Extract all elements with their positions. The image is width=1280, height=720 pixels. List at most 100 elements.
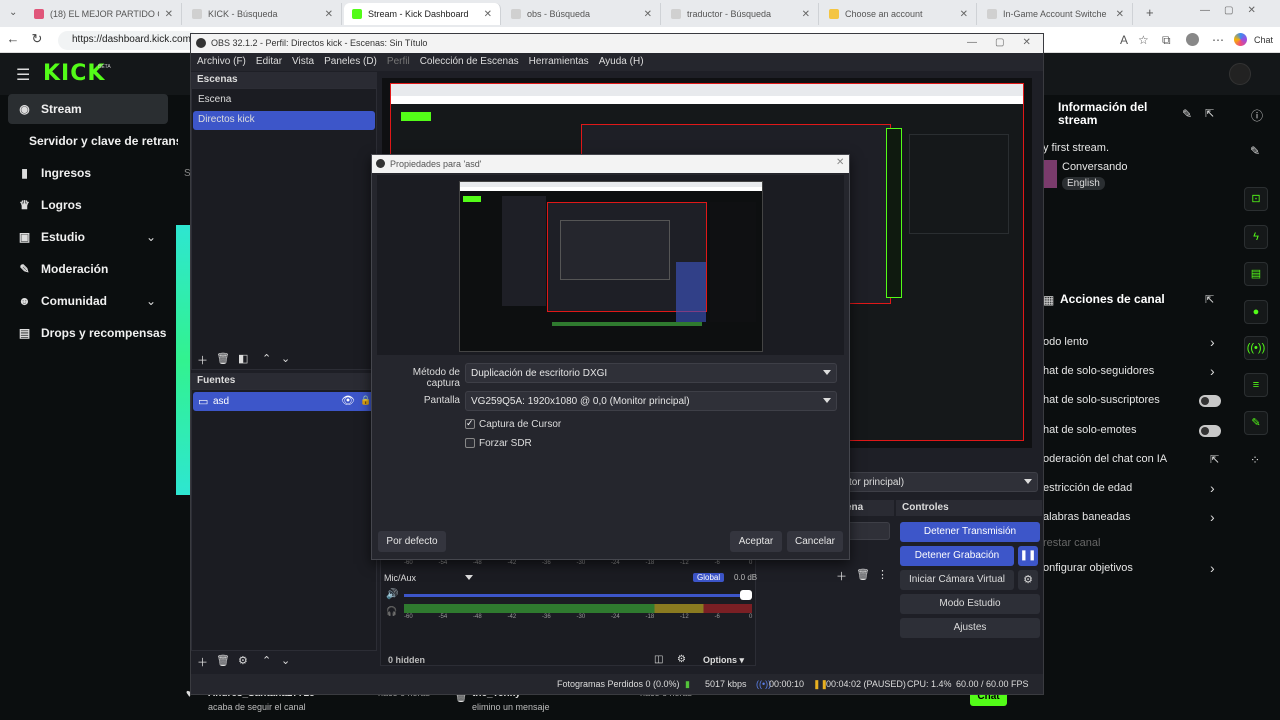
visibility-eye-icon[interactable]: 👁 [341, 394, 355, 407]
up-arrow-icon[interactable]: ⌃ [262, 352, 271, 365]
read-aloud-icon[interactable]: A [1120, 33, 1128, 47]
gear-icon[interactable]: ⚙ [1018, 570, 1038, 590]
tab-list-chevron-icon[interactable]: ⌄ [9, 7, 17, 18]
browser-tab[interactable]: KICK - Búsqueda ✕ [184, 3, 342, 25]
tab-close-icon[interactable]: ✕ [484, 9, 492, 20]
tab-close-icon[interactable]: ✕ [960, 9, 968, 20]
gear-icon[interactable]: ⚙ [238, 654, 248, 667]
more-dots-icon[interactable]: ⋮ [877, 568, 888, 581]
wrench-icon[interactable]: ✎ [1244, 411, 1268, 435]
accept-button[interactable]: Aceptar [730, 531, 782, 552]
scene-item[interactable]: Directos kick [193, 111, 375, 130]
defaults-button[interactable]: Por defecto [378, 531, 446, 552]
reload-icon[interactable]: ↻ [28, 31, 46, 49]
layout-icon[interactable]: ◫ [654, 654, 663, 665]
force-sdr-checkbox[interactable] [465, 438, 475, 448]
chevron-right-icon[interactable]: › [1210, 560, 1215, 576]
back-arrow-icon[interactable]: ← [4, 31, 22, 49]
close-icon[interactable]: ✕ [836, 157, 844, 168]
volume-slider-handle[interactable] [740, 590, 752, 600]
collections-icon[interactable]: ⧉ [1162, 33, 1171, 48]
sidebar-item-4[interactable]: ♛ Logros [8, 190, 168, 220]
favorite-star-icon[interactable]: ☆ [1138, 33, 1149, 47]
control-button[interactable]: Detener Grabación [900, 546, 1014, 566]
cancel-button[interactable]: Cancelar [787, 531, 843, 552]
screen-select[interactable]: VG259Q5A: 1920x1080 @ 0,0 (Monitor princ… [465, 391, 837, 411]
kick-logo[interactable]: KICK [43, 61, 105, 86]
window-controls[interactable]: —▢✕ [1200, 5, 1270, 16]
pause-icon[interactable]: ❚❚ [1018, 546, 1038, 566]
lightning-icon[interactable]: ϟ [1244, 225, 1268, 249]
up-arrow-icon[interactable]: ⌃ [262, 654, 271, 667]
channel-action-item[interactable]: estricción de edad [1043, 482, 1132, 494]
speaker-icon[interactable]: 🔊 [386, 589, 398, 600]
chevron-right-icon[interactable]: › [1210, 480, 1215, 496]
cursor-capture-label[interactable]: Captura de Cursor [479, 419, 561, 430]
screen-combo[interactable]: tor principal) [840, 472, 1038, 492]
more-dots-icon[interactable]: ⁘ [1250, 453, 1260, 467]
filter-icon[interactable]: ◧ [238, 352, 248, 365]
control-button[interactable]: Modo Estudio [900, 594, 1040, 614]
add-icon[interactable]: ＋ [197, 352, 208, 368]
info-icon[interactable]: ⓘ [1251, 107, 1263, 124]
control-button[interactable]: Detener Transmisión [900, 522, 1040, 542]
trash-icon[interactable]: 🗑 [216, 352, 230, 365]
lock-icon[interactable]: 🔒 [360, 395, 371, 406]
chat-bubble-icon[interactable]: ● [1244, 300, 1268, 324]
tab-close-icon[interactable]: ✕ [802, 9, 810, 20]
tab-close-icon[interactable]: ✕ [644, 9, 652, 20]
popout-icon[interactable]: ⇱ [1205, 107, 1214, 120]
hamburger-menu-icon[interactable]: ☰ [16, 65, 30, 85]
copilot-icon[interactable] [1234, 33, 1247, 46]
chevron-right-icon[interactable]: › [1210, 509, 1215, 525]
down-arrow-icon[interactable]: ⌄ [281, 352, 290, 365]
menu-item[interactable]: Ayuda (H) [599, 56, 644, 71]
channel-action-item[interactable]: oderación del chat con IA [1043, 453, 1167, 465]
menu-item[interactable]: Colección de Escenas [420, 56, 519, 71]
toggle-switch[interactable] [1199, 425, 1221, 437]
browser-tab[interactable]: Stream - Kick Dashboard ✕ [344, 3, 501, 25]
url-field[interactable]: https://dashboard.kick.com/s [58, 31, 198, 50]
channel-action-item[interactable]: alabras baneadas [1043, 511, 1130, 523]
browser-tab[interactable]: obs - Búsqueda ✕ [503, 3, 661, 25]
channel-action-item[interactable]: onfigurar objetivos [1043, 562, 1133, 574]
control-button[interactable]: Ajustes [900, 618, 1040, 638]
sidebar-item-1[interactable]: ◉ Stream [8, 94, 168, 124]
tab-close-icon[interactable]: ✕ [1116, 9, 1124, 20]
server-icon[interactable]: ≡ [1244, 373, 1268, 397]
menu-item[interactable]: Archivo (F) [197, 56, 246, 71]
chevron-right-icon[interactable]: › [1210, 363, 1215, 379]
menu-item[interactable]: Perfil [387, 56, 410, 71]
sidebar-item-8[interactable]: ▤ Drops y recompensas [8, 318, 168, 348]
obs-window-controls[interactable]: —▢✕ [967, 37, 1049, 48]
channel-action-item[interactable]: hat de solo-suscriptores [1043, 394, 1160, 406]
menu-item[interactable]: Editar [256, 56, 282, 71]
notes-icon[interactable]: ▤ [1244, 262, 1268, 286]
channel-action-item[interactable]: hat de solo-emotes [1043, 424, 1137, 436]
browser-tab[interactable]: (18) EL MEJOR PARTIDO QUE HE V ✕ [26, 3, 182, 25]
edit-pencil-icon[interactable]: ✎ [1250, 144, 1260, 158]
menu-item[interactable]: Herramientas [529, 56, 589, 71]
chevron-down-icon[interactable]: ⌄ [146, 230, 156, 244]
channel-dropdown-icon[interactable] [465, 575, 473, 580]
chevron-down-icon[interactable]: ⌄ [146, 294, 156, 308]
popout-icon[interactable]: ⇱ [1205, 293, 1214, 306]
capture-method-select[interactable]: Duplicación de escritorio DXGI [465, 363, 837, 383]
hidden-count[interactable]: 0 hidden [388, 655, 425, 665]
browser-tab[interactable]: Choose an account ✕ [821, 3, 977, 25]
sidebar-item-7[interactable]: ☻ Comunidad [8, 286, 168, 316]
browser-tab[interactable]: traductor - Búsqueda ✕ [663, 3, 819, 25]
menu-item[interactable]: Paneles (D) [324, 56, 377, 71]
scene-item[interactable]: Escena [193, 91, 375, 110]
external-link-icon[interactable]: ⇱ [1210, 453, 1219, 466]
sidebar-item-5[interactable]: ▣ Estudio [8, 222, 168, 252]
menu-item[interactable]: Vista [292, 56, 314, 71]
mixer-mode-badge[interactable]: Global [693, 573, 725, 582]
broadcast-icon[interactable]: ((•)) [1244, 336, 1268, 360]
tab-close-icon[interactable]: ✕ [325, 9, 333, 20]
user-avatar[interactable] [1229, 63, 1251, 85]
add-icon[interactable]: ＋ [197, 654, 208, 670]
clip-icon[interactable]: ⊡ [1244, 187, 1268, 211]
volume-slider[interactable] [404, 594, 752, 597]
add-icon[interactable]: ＋ [836, 568, 847, 584]
